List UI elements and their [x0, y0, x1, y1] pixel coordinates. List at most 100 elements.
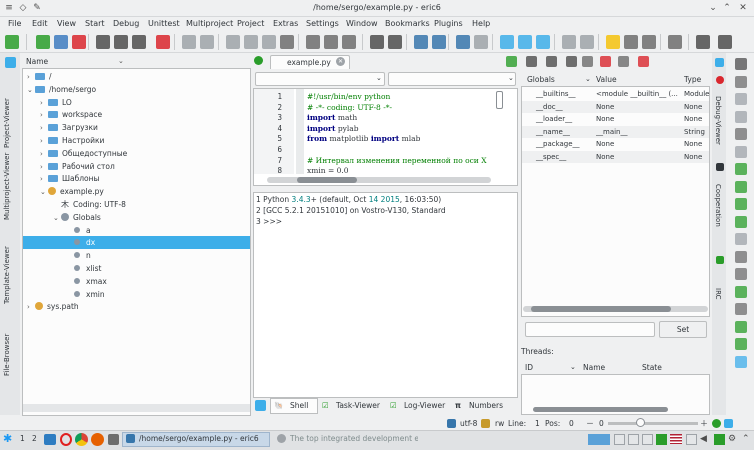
tab-cooperation[interactable]: Cooperation [714, 184, 722, 227]
side-tool-icon[interactable] [735, 58, 747, 70]
tree-row[interactable]: ⽊ Coding: UTF-8 [23, 198, 250, 211]
tab-log-viewer[interactable]: Log-Viewer [404, 401, 445, 410]
tab-task-viewer[interactable]: Task-Viewer [336, 401, 380, 410]
tab-debug-viewer[interactable]: Debug-Viewer [714, 96, 722, 145]
minimize-icon[interactable]: ⌄ [708, 3, 718, 13]
code-line[interactable]: import pylab [307, 124, 359, 133]
side-tool-icon[interactable] [735, 215, 747, 228]
tab-project-viewer[interactable]: Project-Viewer [3, 76, 11, 148]
menu-window[interactable]: Window [346, 19, 378, 28]
tree-row[interactable]: › Загрузки [23, 121, 250, 134]
tab-template-viewer[interactable]: Template-Viewer [3, 242, 11, 304]
tree-row[interactable]: › Настройки [23, 134, 250, 147]
side-tool-icon[interactable] [735, 145, 747, 158]
col-type[interactable]: Type [684, 75, 701, 84]
side-tool-icon[interactable] [735, 93, 747, 105]
threads-hscroll-thumb[interactable] [533, 407, 668, 412]
variable-row[interactable]: __package__ None None [522, 138, 709, 151]
bookmark-icon[interactable] [606, 35, 620, 49]
step-out-icon[interactable] [566, 56, 577, 67]
tab-file-browser[interactable]: File-Browser [3, 328, 11, 376]
step-over-icon[interactable] [546, 56, 557, 67]
paste-icon[interactable] [262, 35, 276, 49]
tree-row[interactable]: xmax [23, 275, 250, 288]
new-window-icon[interactable] [36, 35, 50, 49]
tree-scrollbar[interactable] [23, 404, 250, 412]
tree-row[interactable]: xmin [23, 288, 250, 301]
tray-icon-5[interactable] [686, 434, 697, 445]
python-shell[interactable] [253, 192, 518, 398]
col-state[interactable]: State [642, 363, 662, 372]
uncomment-icon[interactable] [324, 35, 338, 49]
filter-icon[interactable] [5, 57, 16, 68]
goto-icon[interactable] [618, 56, 629, 67]
cut-icon[interactable] [226, 35, 240, 49]
split-icon[interactable] [562, 35, 576, 49]
zoom-slider[interactable] [608, 422, 698, 425]
more-icon[interactable] [696, 35, 710, 49]
menu-settings[interactable]: Settings [306, 19, 339, 28]
side-tool-icon[interactable] [735, 268, 747, 280]
side-tool-icon[interactable] [735, 75, 747, 88]
chevron-icon[interactable]: › [27, 301, 35, 314]
col-globals[interactable]: Globals [527, 75, 555, 84]
col-id[interactable]: ID [525, 363, 533, 372]
menu-debug[interactable]: Debug [113, 19, 139, 28]
filter-debug-icon[interactable] [506, 56, 517, 67]
open-icon[interactable] [54, 35, 68, 49]
menu-start[interactable]: Start [85, 19, 105, 28]
menu-bookmarks[interactable]: Bookmarks [385, 19, 430, 28]
code-line[interactable]: #!/usr/bin/env python [307, 92, 390, 101]
kde-launcher-icon[interactable]: ✱ [3, 432, 15, 446]
code-line[interactable]: from matplotlib import mlab [307, 134, 420, 143]
whats-this-icon[interactable] [718, 35, 732, 49]
tree-row[interactable]: ⌄ example.py [23, 185, 250, 198]
new-icon[interactable] [5, 35, 19, 49]
tray-icon-2[interactable] [628, 434, 639, 445]
variable-row[interactable]: __builtins__ <module __builtin__ (... Modu… [522, 88, 709, 101]
tree-row[interactable]: › LO [23, 96, 250, 109]
tree-row[interactable]: dx [23, 236, 250, 250]
zoom-reset-icon[interactable] [536, 35, 550, 49]
redo-icon[interactable] [200, 35, 214, 49]
maximize-icon[interactable]: ⌃ [722, 3, 732, 13]
zoom-in-icon[interactable]: ＋ [700, 418, 710, 428]
zoom-in-tool-icon[interactable] [500, 35, 514, 49]
filter-icon[interactable] [715, 58, 724, 67]
side-tool-icon[interactable] [735, 285, 747, 298]
tree-column-name[interactable]: Name [26, 57, 48, 66]
opera-icon[interactable] [60, 433, 72, 446]
tray-expand-icon[interactable]: ⌃ [742, 434, 752, 445]
save-all-icon[interactable] [132, 35, 146, 49]
chrome-icon[interactable] [75, 433, 88, 446]
network-icon[interactable]: ⚙ [728, 434, 739, 445]
tray-icon-1[interactable] [614, 434, 625, 445]
warning-icon[interactable] [638, 56, 649, 67]
chevron-down-icon[interactable]: ⌄ [118, 57, 124, 65]
col-name[interactable]: Name [583, 363, 605, 372]
profile-icon[interactable] [456, 35, 470, 49]
menu-edit[interactable]: Edit [32, 19, 48, 28]
close-window-icon[interactable]: ✕ [738, 3, 748, 13]
menu-unittest[interactable]: Unittest [148, 19, 180, 28]
us-flag-icon[interactable] [670, 434, 682, 444]
side-tool-icon[interactable] [735, 320, 747, 333]
zoom-slider-handle[interactable] [636, 418, 645, 427]
pager-preview[interactable] [588, 434, 610, 445]
filter-icon[interactable] [255, 400, 266, 411]
python-run-icon[interactable] [414, 35, 428, 49]
menu-project[interactable]: Project [237, 19, 264, 28]
tree-row[interactable]: › sys.path [23, 300, 250, 313]
menu-file[interactable]: File [8, 19, 21, 28]
tree-row[interactable]: xlist [23, 262, 250, 275]
bookmark-next-icon[interactable] [642, 35, 656, 49]
battery-icon[interactable] [714, 434, 725, 445]
variables-hscroll-thumb[interactable] [531, 306, 671, 312]
side-tool-icon[interactable] [735, 128, 747, 140]
menu-extras[interactable]: Extras [273, 19, 298, 28]
coverage-icon[interactable] [474, 35, 488, 49]
side-tool-icon[interactable] [735, 180, 747, 193]
close-all-icon[interactable] [156, 35, 170, 49]
flag-icon[interactable] [668, 35, 682, 49]
menu-multiproject[interactable]: Multiproject [186, 19, 233, 28]
